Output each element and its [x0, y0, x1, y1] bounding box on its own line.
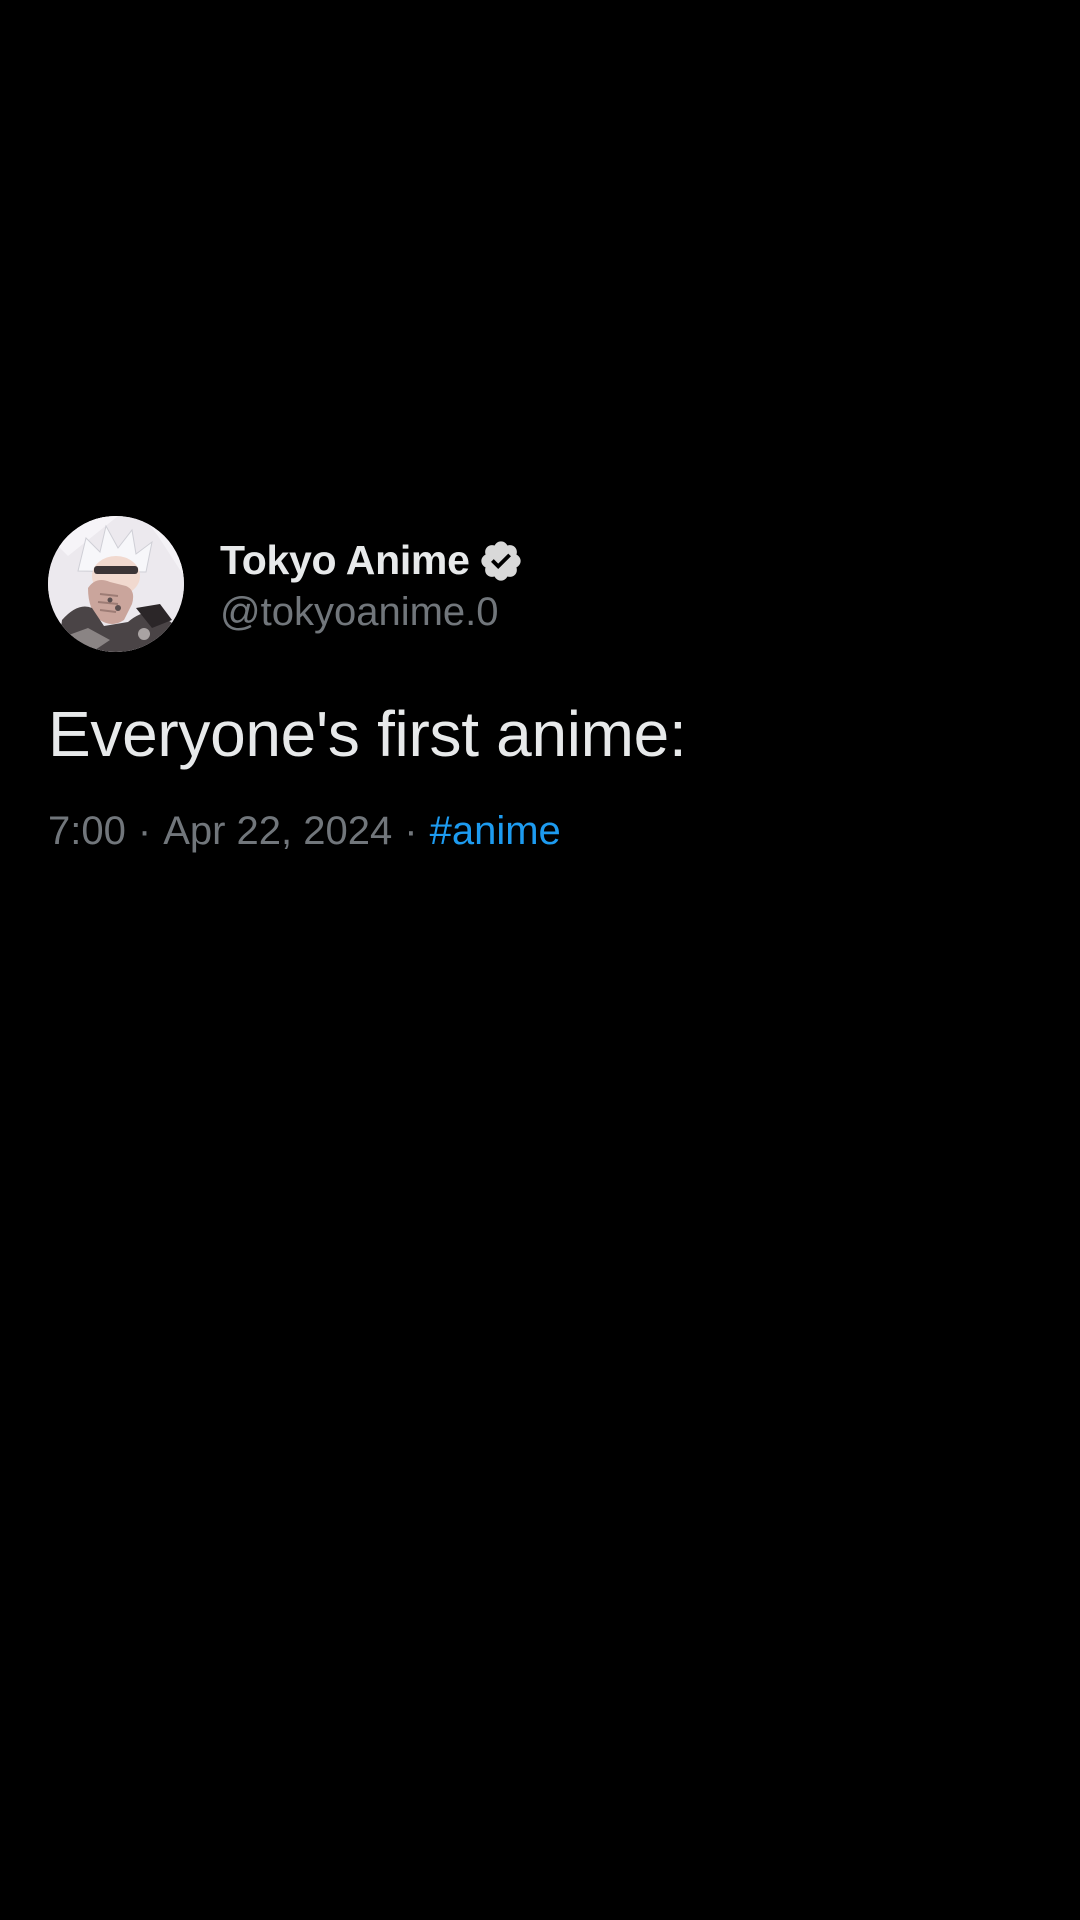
tweet-header: Tokyo Anime @tokyoanime.0	[48, 516, 1032, 652]
verified-badge-icon	[478, 538, 524, 584]
author-handle[interactable]: @tokyoanime.0	[220, 590, 524, 635]
meta-separator: ·	[404, 808, 418, 853]
meta-separator: ·	[137, 808, 152, 853]
tweet-meta: 7:00 · Apr 22, 2024 · #anime	[48, 809, 1032, 854]
tweet-card: Tokyo Anime @tokyoanime.0 Everyone's fir…	[48, 516, 1032, 854]
tweet-time[interactable]: 7:00	[48, 809, 126, 854]
hashtag-link[interactable]: #anime	[430, 809, 561, 854]
author-identity: Tokyo Anime @tokyoanime.0	[220, 534, 524, 635]
tweet-text: Everyone's first anime:	[48, 698, 687, 770]
anime-character-avatar-icon	[48, 516, 184, 652]
display-name[interactable]: Tokyo Anime	[220, 537, 470, 584]
name-row: Tokyo Anime	[220, 534, 524, 588]
avatar[interactable]	[48, 516, 184, 652]
tweet-date[interactable]: Apr 22, 2024	[163, 809, 392, 854]
